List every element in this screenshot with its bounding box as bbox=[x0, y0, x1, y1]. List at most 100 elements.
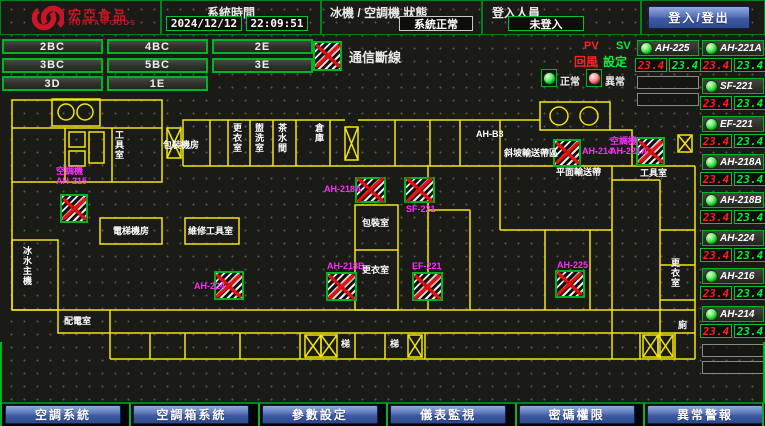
bottom-nav-0[interactable]: 空調系統 bbox=[5, 405, 121, 424]
floor-button-2e[interactable]: 2E bbox=[212, 39, 313, 54]
status-led-icon bbox=[705, 80, 718, 93]
screen-edge-line-left bbox=[0, 342, 2, 402]
empty-slot bbox=[702, 361, 764, 374]
status-led-icon bbox=[705, 308, 718, 321]
room-label: 更衣室 bbox=[362, 265, 389, 275]
empty-slot bbox=[637, 76, 699, 89]
device-label-ah-224: AH-224 bbox=[194, 281, 225, 291]
bottom-nav-2[interactable]: 參數設定 bbox=[262, 405, 378, 424]
pv-value: 23.4 bbox=[700, 286, 732, 300]
floor-button-3e[interactable]: 3E bbox=[212, 58, 313, 73]
comm-loss-marker-ef-221[interactable] bbox=[412, 272, 443, 301]
device-label-ef-221: EF-221 bbox=[412, 261, 442, 271]
bottom-nav-4[interactable]: 密碼權限 bbox=[519, 405, 635, 424]
device-label-sf-221: SF-221 bbox=[406, 204, 436, 214]
status-led-icon bbox=[705, 270, 718, 283]
equip-name: AH-218A bbox=[720, 157, 762, 168]
equip-name: AH-214 bbox=[720, 309, 754, 320]
sv-value: 23.4 bbox=[734, 324, 765, 338]
floor-button-2bc[interactable]: 2BC bbox=[2, 39, 103, 54]
comm-loss-legend-label: 通信斷線 bbox=[349, 47, 401, 66]
equip-values-ef-221: 23.423.4 bbox=[700, 134, 765, 148]
login-logout-button[interactable]: 登入/登出 bbox=[648, 6, 750, 29]
floor-button-5bc[interactable]: 5BC bbox=[107, 58, 208, 73]
equip-values-ah-214: 23.423.4 bbox=[700, 324, 765, 338]
status-led-icon bbox=[705, 118, 718, 131]
floor-button-3d[interactable]: 3D bbox=[2, 76, 103, 91]
sv-value: 23.4 bbox=[734, 248, 765, 262]
room-label: 斜坡輸送帶區 bbox=[504, 148, 558, 158]
room-label: 包裝室 bbox=[362, 218, 389, 228]
device-label-ah-225: AH-225 bbox=[557, 260, 588, 270]
pv-value: 23.4 bbox=[700, 58, 732, 72]
bottom-nav-separator bbox=[129, 403, 131, 426]
equip-values-ah-218a: 23.423.4 bbox=[700, 172, 765, 186]
room-label: 廁 bbox=[677, 320, 687, 330]
sv-value: 23.4 bbox=[734, 210, 765, 224]
bottom-nav-separator bbox=[515, 403, 517, 426]
device-label-ah-221a: 空調機 AH-221A bbox=[610, 136, 648, 156]
pv-value: 23.4 bbox=[700, 96, 732, 110]
floor-button-3bc[interactable]: 3BC bbox=[2, 58, 103, 73]
equip-button-ef-221[interactable]: EF-221 bbox=[702, 116, 764, 132]
pv-value: 23.4 bbox=[700, 248, 732, 262]
login-status-value: 未登入 bbox=[508, 16, 584, 31]
room-label: 茶水間 bbox=[277, 123, 287, 153]
bottom-nav-3[interactable]: 儀表監視 bbox=[390, 405, 506, 424]
bottom-nav-separator bbox=[643, 403, 645, 426]
room-label: 平面輸送帶 bbox=[556, 167, 601, 177]
comm-loss-marker-ah-215[interactable] bbox=[60, 194, 88, 223]
equip-name: AH-224 bbox=[720, 233, 754, 244]
equip-values-ah-224: 23.423.4 bbox=[700, 248, 765, 262]
equip-values-sf-221: 23.423.4 bbox=[700, 96, 765, 110]
equip-button-ah-214[interactable]: AH-214 bbox=[702, 306, 764, 322]
equip-button-ah-218b[interactable]: AH-218B bbox=[702, 192, 764, 208]
equip-name: SF-221 bbox=[720, 81, 753, 92]
equip-button-ah-218a[interactable]: AH-218A bbox=[702, 154, 764, 170]
hunya-logo-icon bbox=[32, 3, 64, 33]
equip-button-ah-224[interactable]: AH-224 bbox=[702, 230, 764, 246]
room-label: 梯 bbox=[390, 339, 399, 349]
room-label: 梯 bbox=[341, 339, 350, 349]
room-label: 更衣室 bbox=[670, 258, 680, 288]
equip-button-sf-221[interactable]: SF-221 bbox=[702, 78, 764, 94]
normal-led-box bbox=[541, 69, 557, 87]
equip-values-ah-221a: 23.423.4 bbox=[700, 58, 765, 72]
comm-loss-marker-sf-221[interactable] bbox=[404, 177, 435, 203]
equip-name: AH-218B bbox=[720, 195, 762, 206]
floor-button-1e[interactable]: 1E bbox=[107, 76, 208, 91]
device-label-ah-214: AH-214 bbox=[582, 146, 613, 156]
normal-legend-label: 正常 bbox=[560, 73, 580, 88]
bottom-nav-separator bbox=[386, 403, 388, 426]
equip-button-ah-221a[interactable]: AH-221A bbox=[702, 40, 764, 56]
device-label-ah-215: 空調機 AH-215 bbox=[56, 166, 87, 186]
sv-value: 23.4 bbox=[734, 58, 765, 72]
room-label: 工具室 bbox=[114, 130, 124, 160]
status-led-icon bbox=[640, 42, 653, 55]
setpoint-legend-label: 設定 bbox=[603, 53, 627, 70]
abnormal-legend-label: 異常 bbox=[605, 73, 625, 88]
equip-values-ah-218b: 23.423.4 bbox=[700, 210, 765, 224]
room-label: 電梯機房 bbox=[113, 226, 149, 236]
bottom-nav-separator bbox=[258, 403, 260, 426]
sv-value: 23.4 bbox=[734, 96, 765, 110]
room-label: 更衣室 bbox=[232, 123, 242, 153]
pv-value: 23.4 bbox=[700, 324, 732, 338]
logo-subtitle: HUNYA FOODS bbox=[69, 20, 136, 27]
equip-values-ah-225: 23.423.4 bbox=[635, 58, 701, 72]
floor-button-4bc[interactable]: 4BC bbox=[107, 39, 208, 54]
status-led-icon bbox=[705, 42, 718, 55]
comm-loss-marker-ah-218b[interactable] bbox=[326, 272, 357, 301]
equip-name: AH-221A bbox=[720, 43, 762, 54]
comm-loss-marker-ah-225[interactable] bbox=[555, 270, 585, 298]
room-label: 維修工具室 bbox=[188, 226, 233, 236]
room-label: 包裝機房 bbox=[163, 140, 199, 150]
room-label: AH-B3 bbox=[476, 129, 504, 139]
bottom-nav-1[interactable]: 空調箱系統 bbox=[133, 405, 249, 424]
bottom-nav-5[interactable]: 異常警報 bbox=[647, 405, 763, 424]
return-air-legend-label: 回風 bbox=[574, 53, 598, 70]
system-time-value: 22:09:51 bbox=[246, 16, 308, 31]
hmi-screen: { "header": { "logo_title": "宏亞食品", "log… bbox=[0, 0, 765, 426]
equip-button-ah-225[interactable]: AH-225 bbox=[637, 40, 699, 56]
equip-button-ah-216[interactable]: AH-216 bbox=[702, 268, 764, 284]
